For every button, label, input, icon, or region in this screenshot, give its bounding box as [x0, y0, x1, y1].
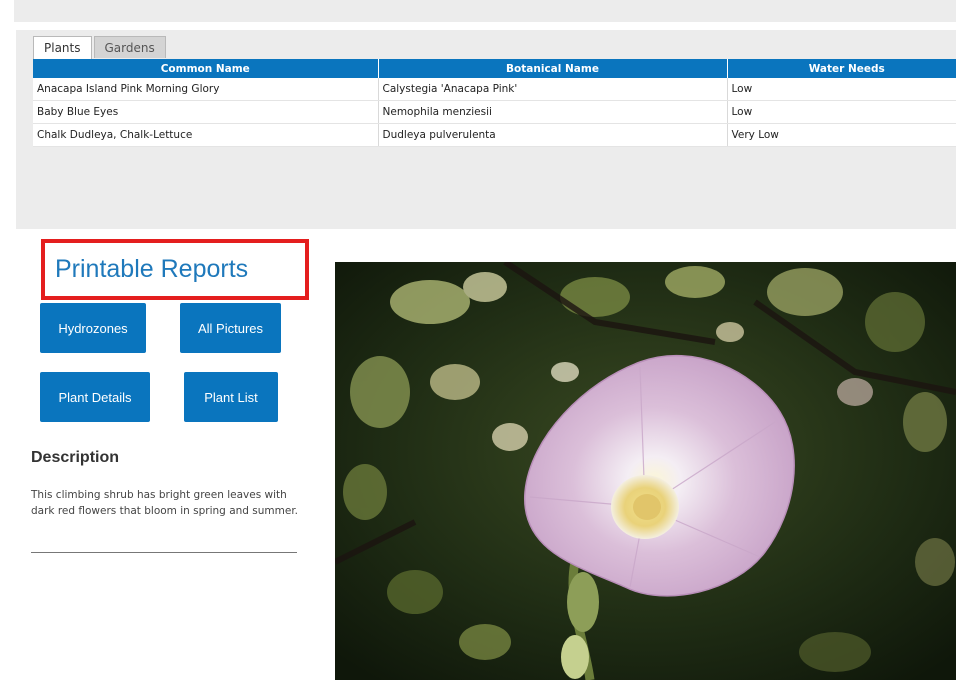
description-text: This climbing shrub has bright green lea… — [31, 489, 299, 517]
column-header-common-name[interactable]: Common Name — [33, 59, 379, 78]
page: Plants Gardens Common Name Botanical Nam… — [0, 0, 956, 680]
cell-water-needs: Low — [727, 78, 956, 101]
tab-plants[interactable]: Plants — [33, 36, 92, 59]
column-header-botanical-name[interactable]: Botanical Name — [378, 59, 728, 78]
printable-reports-title: Printable Reports — [41, 239, 309, 300]
cell-common-name: Anacapa Island Pink Morning Glory — [33, 78, 379, 101]
cell-botanical-name: Dudleya pulverulenta — [378, 123, 728, 147]
plants-table: Common Name Botanical Name Water Needs A… — [33, 59, 956, 147]
morning-glory-flower-image — [335, 262, 956, 680]
table-header-row: Common Name Botanical Name Water Needs — [33, 59, 956, 78]
plant-photo — [335, 262, 956, 680]
table-row[interactable]: Chalk Dudleya, Chalk-Lettuce Dudleya pul… — [33, 123, 956, 147]
hydrozones-button[interactable]: Hydrozones — [40, 303, 146, 353]
description-divider — [31, 552, 297, 553]
cell-common-name: Chalk Dudleya, Chalk-Lettuce — [33, 123, 379, 147]
plant-details-button[interactable]: Plant Details — [40, 372, 150, 422]
cell-water-needs: Very Low — [727, 123, 956, 147]
description-heading: Description — [31, 449, 120, 466]
table-row[interactable]: Baby Blue Eyes Nemophila menziesii Low — [33, 100, 956, 124]
top-strip — [14, 0, 956, 22]
tab-gardens[interactable]: Gardens — [93, 36, 166, 58]
cell-water-needs: Low — [727, 100, 956, 124]
tab-bar: Plants Gardens — [33, 36, 168, 59]
column-header-water-needs[interactable]: Water Needs — [727, 59, 956, 78]
cell-botanical-name: Calystegia 'Anacapa Pink' — [378, 78, 728, 101]
all-pictures-button[interactable]: All Pictures — [180, 303, 281, 353]
plants-panel: Plants Gardens Common Name Botanical Nam… — [16, 30, 956, 229]
plant-list-button[interactable]: Plant List — [184, 372, 278, 422]
table-row[interactable]: Anacapa Island Pink Morning Glory Calyst… — [33, 78, 956, 101]
cell-common-name: Baby Blue Eyes — [33, 100, 379, 124]
cell-botanical-name: Nemophila menziesii — [378, 100, 728, 124]
